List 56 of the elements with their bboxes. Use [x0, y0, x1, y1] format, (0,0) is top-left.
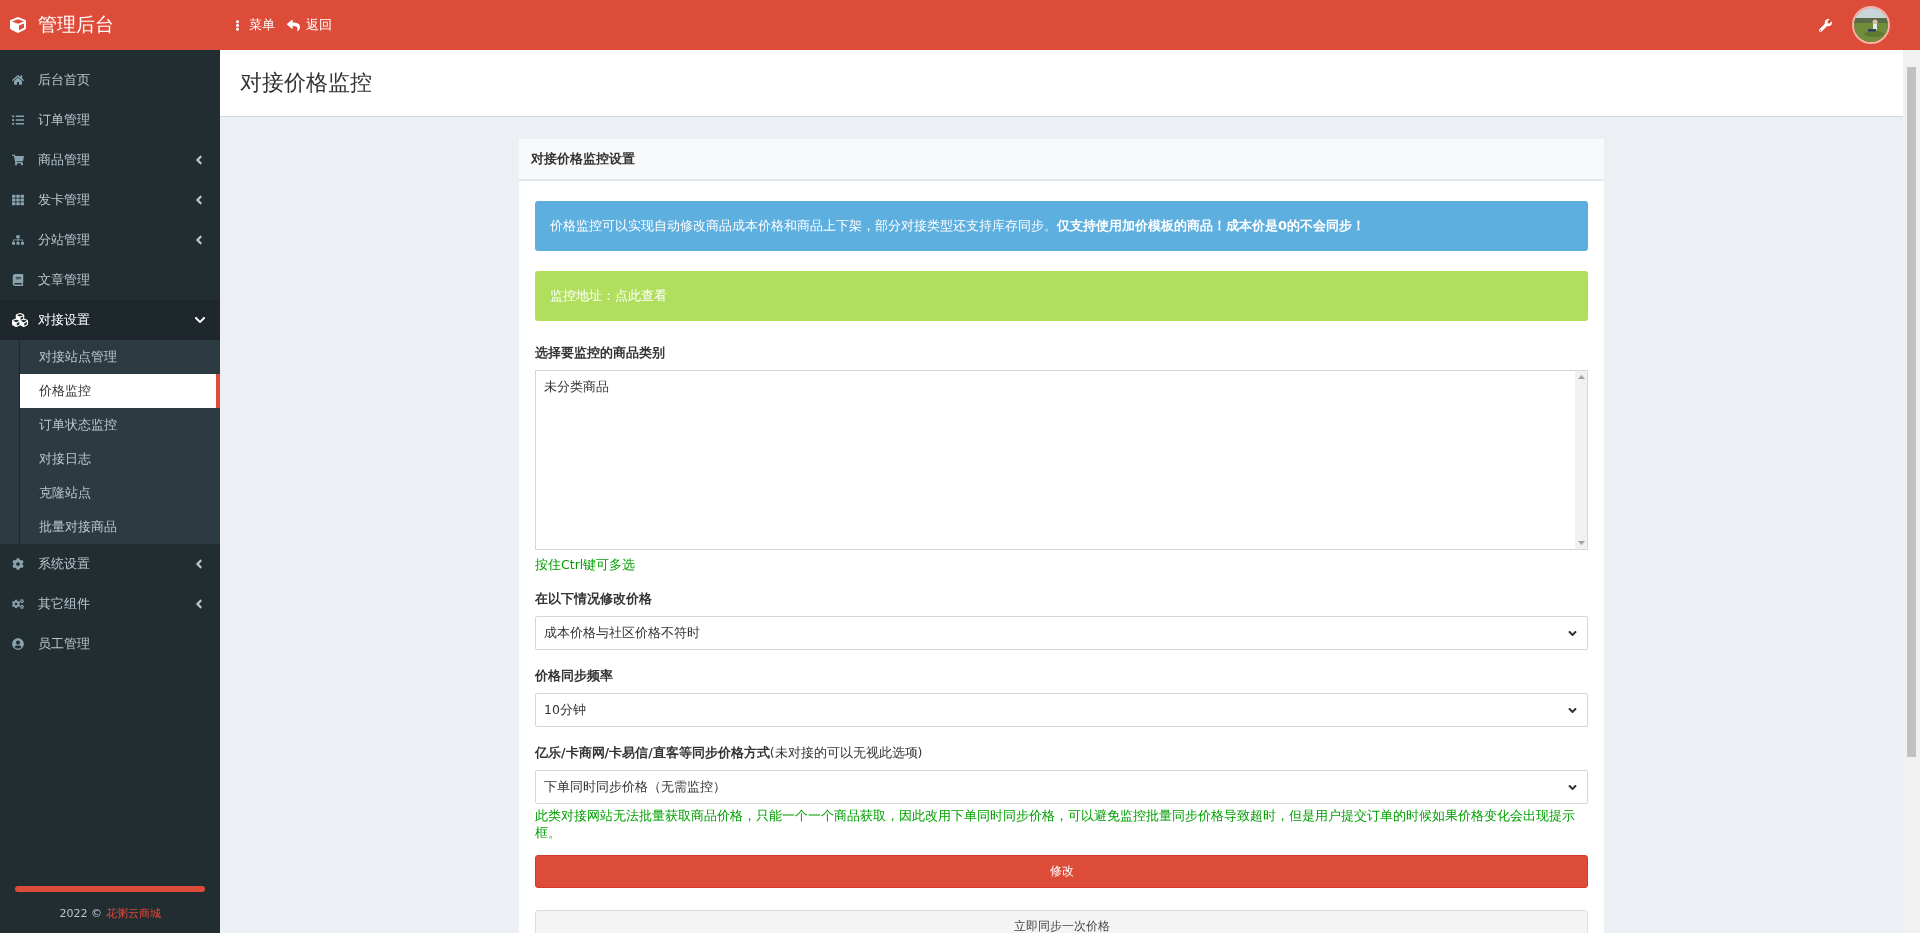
sidebar-item[interactable]: 文章管理 [0, 260, 220, 300]
sidebar-item[interactable]: 订单管理 [0, 100, 220, 140]
list-option[interactable]: 未分类商品 [544, 379, 1567, 396]
sidebar-subitem[interactable]: 批量对接商品 [20, 510, 220, 544]
menu-link[interactable]: 菜单 [232, 16, 275, 34]
gears-icon [12, 598, 24, 610]
sidebar-subitem[interactable]: 价格监控 [20, 374, 220, 408]
sidebar-item[interactable]: 发卡管理 [0, 180, 220, 220]
select-field[interactable]: 下单同时同步价格（无需监控） [535, 770, 1588, 804]
sidebar-item[interactable]: 系统设置 [0, 544, 220, 584]
list-icon [12, 114, 24, 126]
home-icon [12, 74, 24, 86]
sidebar-subitem[interactable]: 克隆站点 [20, 476, 220, 510]
sitemap-icon [12, 234, 24, 246]
help-text: 此类对接网站无法批量获取商品价格，只能一个一个商品获取，因此改用下单同时同步价格，可以避免监控批量同步价格导致超时，但是用户提交订单的时候如果价格变化会出现提示框。 [535, 807, 1576, 841]
sidebar-item[interactable]: 员工管理 [0, 624, 220, 664]
scrollbar[interactable] [1575, 371, 1587, 549]
page-scrollbar[interactable] [1903, 50, 1920, 933]
select-field[interactable]: 10分钟 [535, 693, 1588, 727]
reply-icon [287, 18, 300, 32]
sidebar-item[interactable]: 对接设置 [0, 300, 220, 340]
category-list[interactable]: 未分类商品 [535, 370, 1588, 550]
user-icon [12, 638, 24, 650]
field-label: 选择要监控的商品类别 [535, 345, 666, 362]
brand-title: 管理后台 [38, 12, 114, 37]
field-label: 在以下情况修改价格 [535, 591, 653, 608]
info-alert: 价格监控可以实现自动修改商品成本价格和商品上下架，部分对接类型还支持库存同步。仅支持使用加价模板的商品！成本价是0的不会同步！ [535, 201, 1588, 251]
field-label: 价格同步频率 [535, 668, 614, 685]
sidebar-subitem[interactable]: 对接日志 [20, 442, 220, 476]
sidebar-item[interactable]: 分站管理 [0, 220, 220, 260]
select-field[interactable]: 成本价格与社区价格不符时 [535, 616, 1588, 650]
copyright-text: 2022 © 花粥云商城 [59, 906, 161, 921]
scroll-down-icon[interactable] [1577, 541, 1585, 545]
wrench-icon[interactable] [1819, 18, 1832, 32]
site-link[interactable]: 花粥云商城 [105, 907, 161, 920]
cubes-icon [12, 312, 28, 328]
sidebar-item[interactable]: 其它组件 [0, 584, 220, 624]
gear-icon [12, 558, 24, 570]
grid-icon [12, 194, 24, 206]
sidebar-item[interactable]: 商品管理 [0, 140, 220, 180]
help-text: 按住Ctrl键可多选 [535, 556, 637, 573]
page-title: 对接价格监控 [240, 69, 372, 97]
sidebar-item[interactable]: 后台首页 [0, 60, 220, 100]
field-label: 亿乐/卡商网/卡易信/直客等同步价格方式(未对接的可以无视此选项) [535, 745, 924, 762]
scroll-up-icon[interactable] [1577, 375, 1585, 379]
cart-icon [12, 154, 24, 166]
caret-icon [194, 314, 206, 326]
book-icon [12, 274, 24, 286]
sync-button[interactable]: 立即同步一次价格 [535, 910, 1588, 933]
sidebar-subitem[interactable]: 订单状态监控 [20, 408, 220, 442]
sidebar-subitem[interactable]: 对接站点管理 [20, 340, 220, 374]
success-alert: 监控地址：点此查看 [535, 271, 1588, 321]
cube-icon [10, 17, 26, 33]
back-link[interactable]: 返回 [287, 16, 332, 34]
card-title: 对接价格监控设置 [519, 139, 1604, 181]
submit-button[interactable]: 修改 [535, 855, 1588, 888]
